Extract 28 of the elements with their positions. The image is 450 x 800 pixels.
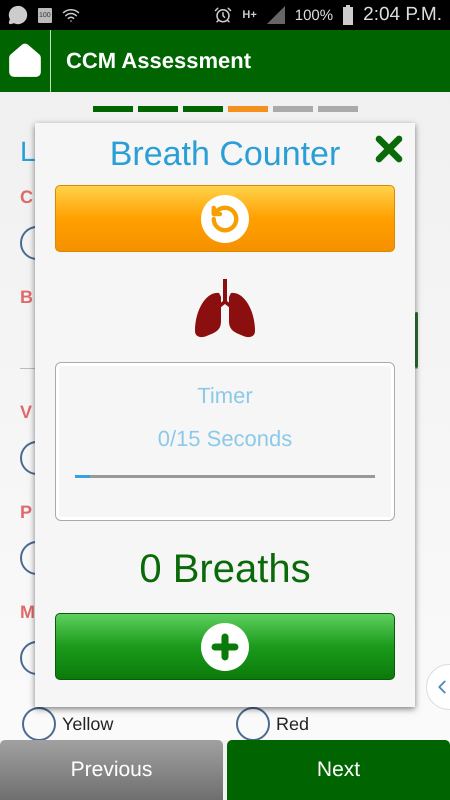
previous-button[interactable]: Previous [0,740,223,800]
reset-button[interactable] [55,185,395,252]
battery-percent: 100% [294,6,334,24]
option-label: Red [276,714,310,734]
signal-icon [266,6,285,24]
home-icon [6,42,44,80]
next-button[interactable]: Next [227,740,450,800]
alarm-icon [214,6,232,24]
reset-icon [210,204,240,234]
network-type: H+ [242,10,257,20]
option-label: Yellow [62,714,114,734]
question-label: V [20,401,32,424]
add-breath-button[interactable] [55,613,395,680]
timer-label: Timer [197,383,253,409]
screen-title: CCM Assessment [66,48,252,74]
clock: 2:04 P.M. [363,4,442,26]
question-label: P [20,501,32,524]
messenger-icon [8,5,28,25]
battery-icon [343,5,354,25]
dialog-title: Breath Counter [110,134,340,174]
breath-count: 0 Breaths [139,547,311,592]
timer-reading: 0/15 Seconds [158,426,292,452]
question-label: B [20,286,33,309]
wifi-icon [62,6,80,24]
question-label: C [20,186,33,209]
question-label: M [20,601,35,624]
lungs-icon [193,279,257,339]
section-heading: L [20,135,36,169]
